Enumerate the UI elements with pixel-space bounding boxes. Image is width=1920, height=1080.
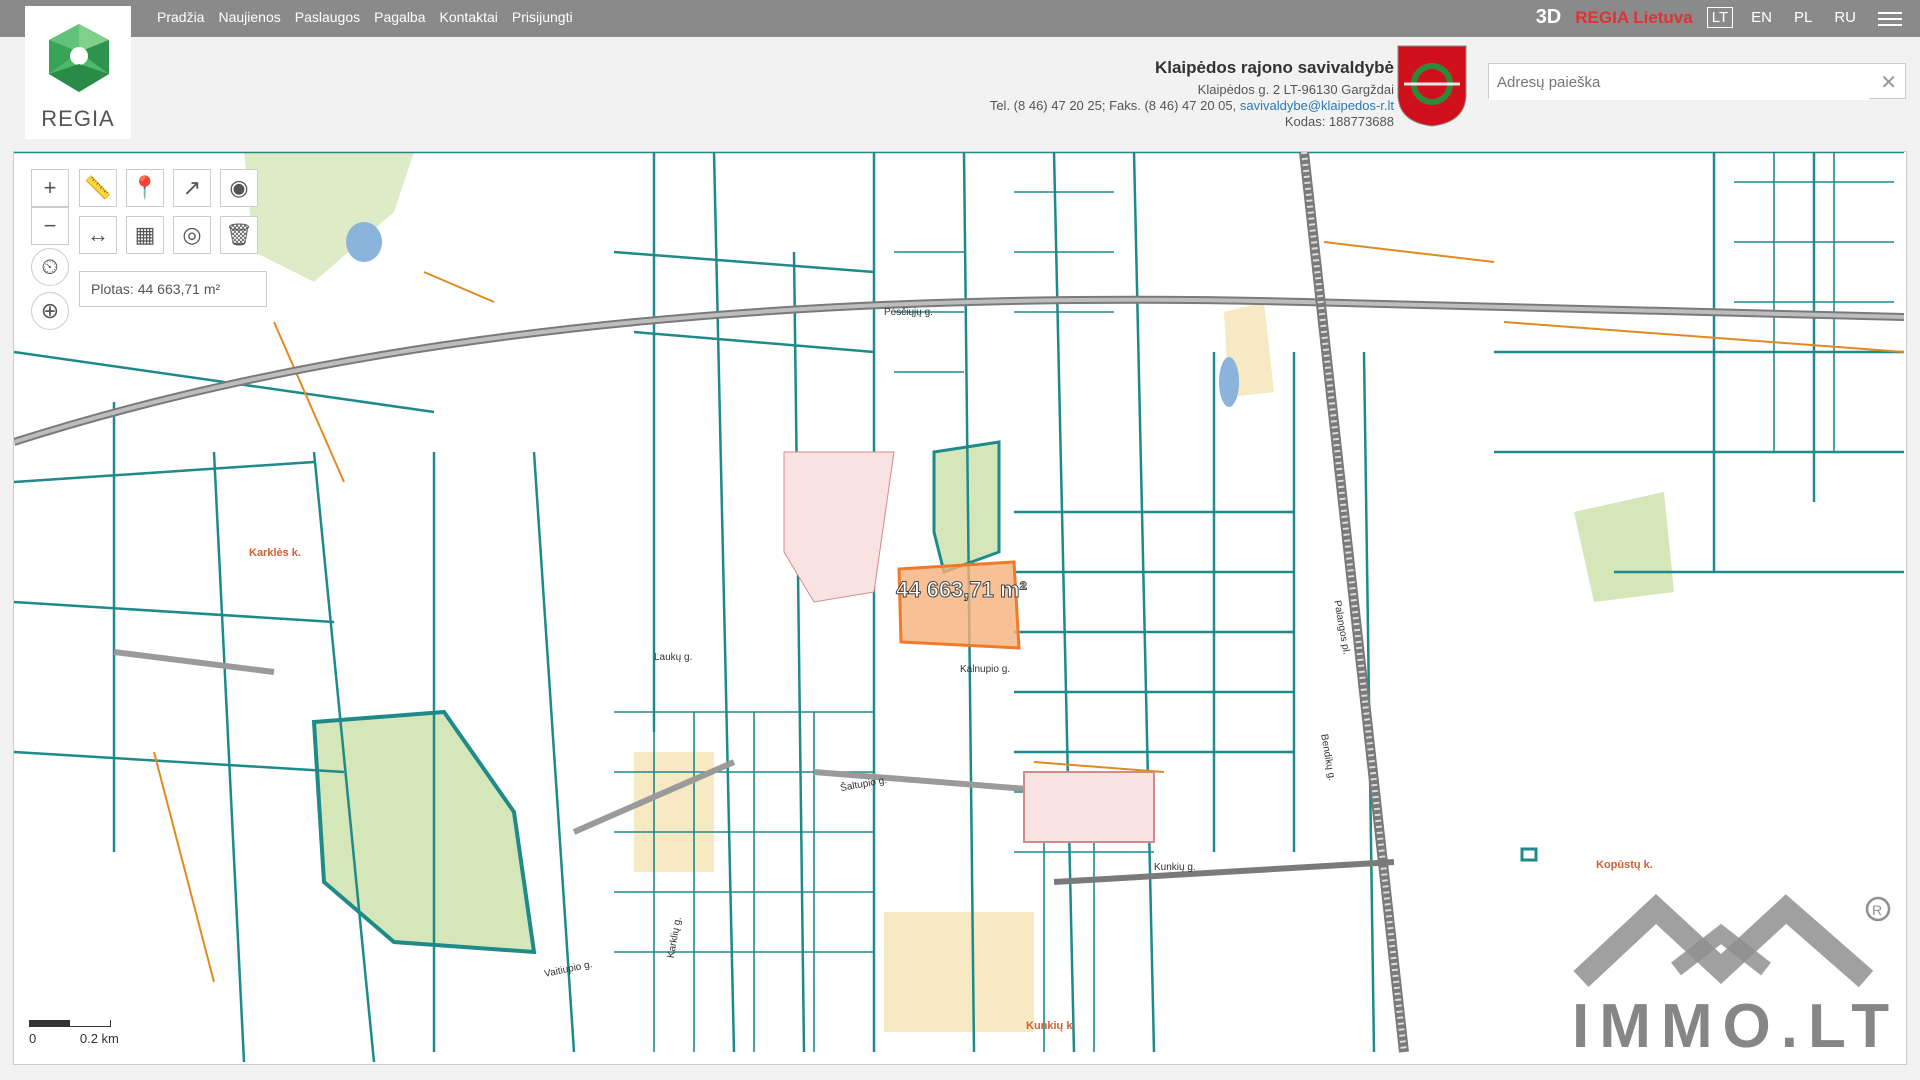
lang-lt[interactable]: LT [1706, 7, 1734, 28]
top-bar: Pradžia Naujienos Paslaugos Pagalba Kont… [0, 0, 1920, 37]
right-nav: 3D REGIA Lietuva LT EN PL RU [1536, 6, 1860, 29]
regia-logo[interactable]: REGIA [25, 6, 131, 139]
logo-text: REGIA [41, 106, 115, 131]
measure-area-icon[interactable]: ▦ [126, 216, 164, 254]
delete-icon[interactable]: 🗑 [220, 216, 258, 254]
history-icon[interactable]: ⏲ [31, 248, 69, 286]
address-search-input[interactable] [1489, 64, 1869, 100]
share-icon[interactable]: ↗ [173, 169, 211, 207]
lang-pl[interactable]: PL [1790, 8, 1816, 27]
3d-button[interactable]: 3D [1536, 6, 1562, 29]
regia-lietuva-link[interactable]: REGIA Lietuva [1575, 8, 1692, 28]
selected-parcel[interactable] [897, 560, 1021, 650]
selected-area-label: 44 663,71 m² [896, 577, 1028, 603]
locate-icon[interactable]: ⊕ [31, 292, 69, 330]
municipality-name: Klaipėdos rajono savivaldybė [1154, 58, 1394, 77]
identify-icon[interactable]: ◎ [173, 216, 211, 254]
zoom-in-button[interactable]: + [31, 169, 69, 207]
street-label: Kalnupio g. [960, 664, 1011, 675]
lang-ru[interactable]: RU [1830, 8, 1860, 27]
zoom-out-button[interactable]: − [31, 207, 69, 245]
area-result: Plotas: 44 663,71 m² [79, 271, 267, 307]
coat-of-arms-icon [1397, 45, 1467, 127]
nav-help[interactable]: Pagalba [374, 9, 425, 25]
immo-watermark: R IMMO.LT [1566, 889, 1896, 1064]
place-karkles: Karklės k. [249, 547, 301, 559]
address-search: ✕ [1488, 63, 1906, 100]
map-canvas[interactable]: + − ⏲ ⊕ 📏 📍 ↗ ◉ ↔ ▦ ◎ 🗑 Plotas: 44 663,7… [13, 151, 1907, 1065]
nav-contacts[interactable]: Kontaktai [440, 9, 498, 25]
municipality-phone: Tel. (8 46) 47 20 25; Faks. (8 46) 47 20… [989, 98, 1237, 113]
svg-text:R: R [1872, 902, 1882, 918]
scale-distance: 0.2 km [79, 1031, 119, 1046]
nav-login[interactable]: Prisijungti [512, 9, 573, 25]
street-label: Kunkių g. [1154, 862, 1196, 873]
measure-length-icon[interactable]: 📏 [79, 169, 117, 207]
clear-search-icon[interactable]: ✕ [1880, 70, 1897, 95]
scale-bar: 0 0.2 km [29, 1020, 119, 1046]
scale-zero: 0 [29, 1031, 37, 1046]
street-label: Laukų g. [654, 652, 693, 663]
nav-services[interactable]: Paslaugos [295, 9, 360, 25]
immo-text: IMMO.LT [1572, 992, 1900, 1061]
place-kopustu: Kopūstų k. [1596, 859, 1653, 871]
street-label: Pėsčiųjų g. [884, 307, 933, 318]
measure-distance-icon[interactable]: ↔ [79, 216, 117, 254]
nav-news[interactable]: Naujienos [218, 9, 280, 25]
municipality-info: Klaipėdos rajono savivaldybė Klaipėdos g… [989, 58, 1394, 130]
target-icon[interactable]: ◉ [220, 169, 258, 207]
pin-icon[interactable]: 📍 [126, 169, 164, 207]
place-kunkiu: Kunkių k. [1026, 1020, 1076, 1032]
lang-en[interactable]: EN [1747, 8, 1776, 27]
gem-icon [49, 24, 109, 92]
hamburger-menu-icon[interactable] [1878, 8, 1902, 28]
nav-home[interactable]: Pradžia [157, 9, 204, 25]
municipality-email[interactable]: savivaldybe@klaipedos-r.lt [1240, 98, 1394, 113]
municipality-address: Klaipėdos g. 2 LT-96130 Gargždai [1197, 82, 1394, 97]
municipality-code: Kodas: 188773688 [1284, 114, 1394, 129]
main-nav: Pradžia Naujienos Paslaugos Pagalba Kont… [157, 9, 573, 25]
